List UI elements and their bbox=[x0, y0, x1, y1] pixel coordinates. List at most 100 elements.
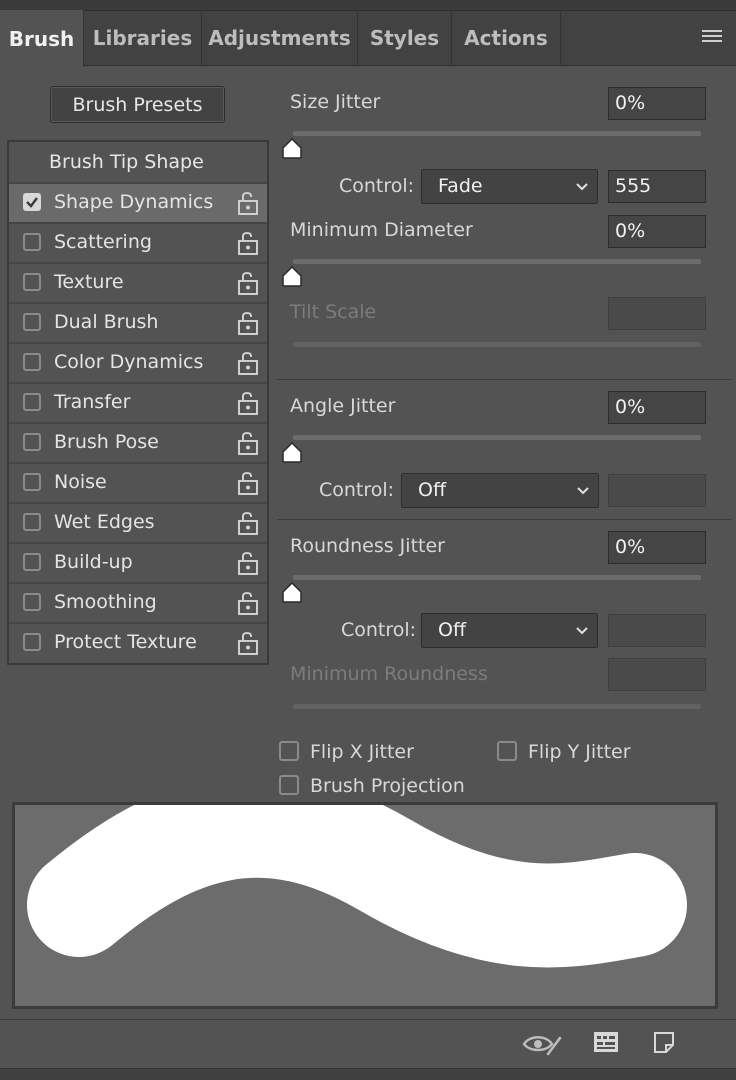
roundness-jitter-label: Roundness Jitter bbox=[290, 535, 445, 557]
roundness-jitter-thumb-icon[interactable] bbox=[281, 582, 303, 604]
unlock-icon[interactable] bbox=[237, 630, 259, 656]
minimum-roundness-slider bbox=[293, 704, 701, 709]
list-item[interactable]: Color Dynamics bbox=[9, 342, 267, 382]
roundness-jitter-slider[interactable] bbox=[293, 575, 701, 580]
tab-styles[interactable]: Styles bbox=[358, 10, 452, 66]
checkbox-checked[interactable] bbox=[23, 193, 41, 211]
flip-y-jitter-label: Flip Y Jitter bbox=[528, 741, 631, 763]
list-item-label: Build-up bbox=[54, 551, 133, 573]
roundness-control-value: Off bbox=[438, 619, 467, 641]
list-item[interactable]: Noise bbox=[9, 462, 267, 502]
unlock-icon[interactable] bbox=[237, 510, 259, 536]
brush-presets-button[interactable]: Brush Presets bbox=[50, 86, 225, 123]
eye-brush-icon[interactable] bbox=[522, 1030, 562, 1058]
checkbox[interactable] bbox=[23, 513, 41, 531]
size-jitter-thumb-icon[interactable] bbox=[281, 138, 303, 160]
flip-x-jitter-checkbox[interactable] bbox=[279, 741, 299, 761]
angle-jitter-field[interactable]: 0% bbox=[608, 391, 706, 424]
checkbox[interactable] bbox=[23, 233, 41, 251]
tilt-scale-slider bbox=[293, 342, 701, 347]
list-item[interactable]: Wet Edges bbox=[9, 502, 267, 542]
list-item[interactable]: Build-up bbox=[9, 542, 267, 582]
unlock-icon[interactable] bbox=[237, 190, 259, 216]
unlock-icon[interactable] bbox=[237, 270, 259, 296]
checkbox[interactable] bbox=[23, 273, 41, 291]
list-item-label: Dual Brush bbox=[54, 311, 159, 333]
size-jitter-field[interactable]: 0% bbox=[608, 87, 706, 120]
brush-projection-label: Brush Projection bbox=[310, 775, 465, 797]
minimum-diameter-label: Minimum Diameter bbox=[290, 219, 473, 241]
angle-jitter-thumb-icon[interactable] bbox=[281, 442, 303, 464]
tab-actions[interactable]: Actions bbox=[452, 10, 561, 66]
list-item-label: Transfer bbox=[54, 391, 131, 413]
angle-control-extra-field bbox=[608, 474, 706, 507]
bottom-status-strip bbox=[0, 1068, 736, 1080]
tilt-scale-label: Tilt Scale bbox=[290, 301, 377, 323]
size-jitter-slider[interactable] bbox=[293, 131, 701, 136]
list-item-label: Shape Dynamics bbox=[54, 191, 214, 213]
checkbox[interactable] bbox=[23, 393, 41, 411]
minimum-roundness-label: Minimum Roundness bbox=[290, 663, 488, 685]
roundness-control-select[interactable]: Off bbox=[421, 613, 598, 648]
list-item-label: Protect Texture bbox=[54, 631, 197, 653]
checkbox[interactable] bbox=[23, 433, 41, 451]
size-jitter-label: Size Jitter bbox=[290, 91, 381, 113]
list-item[interactable]: Dual Brush bbox=[9, 302, 267, 342]
new-brush-icon[interactable] bbox=[652, 1030, 676, 1054]
flip-x-jitter-label: Flip X Jitter bbox=[310, 741, 414, 763]
list-item[interactable]: Smoothing bbox=[9, 582, 267, 622]
list-item[interactable]: Transfer bbox=[9, 382, 267, 422]
angle-jitter-slider[interactable] bbox=[293, 435, 701, 440]
hamburger-menu-icon[interactable] bbox=[702, 30, 722, 44]
brush-projection-checkbox[interactable] bbox=[279, 775, 299, 795]
brush-settings-list: Brush Tip Shape Shape Dynamics Scattering… bbox=[7, 140, 269, 665]
unlock-icon[interactable] bbox=[237, 590, 259, 616]
chevron-down-icon bbox=[577, 487, 589, 495]
checkbox[interactable] bbox=[23, 313, 41, 331]
roundness-control-label: Control: bbox=[341, 619, 417, 641]
tilt-scale-field bbox=[608, 297, 706, 330]
unlock-icon[interactable] bbox=[237, 350, 259, 376]
angle-control-value: Off bbox=[418, 479, 447, 501]
size-control-select[interactable]: Fade bbox=[421, 169, 598, 204]
fade-steps-field[interactable]: 555 bbox=[608, 170, 706, 203]
list-item[interactable]: Shape Dynamics bbox=[9, 182, 267, 222]
tab-brush[interactable]: Brush bbox=[0, 10, 84, 67]
unlock-icon[interactable] bbox=[237, 550, 259, 576]
grid-panel-icon[interactable] bbox=[593, 1030, 619, 1054]
list-item-label: Color Dynamics bbox=[54, 351, 204, 373]
minimum-roundness-field bbox=[608, 658, 706, 691]
unlock-icon[interactable] bbox=[237, 310, 259, 336]
flip-y-jitter-checkbox[interactable] bbox=[497, 741, 517, 761]
brush-stroke-preview bbox=[12, 773, 718, 1009]
checkbox[interactable] bbox=[23, 473, 41, 491]
checkbox[interactable] bbox=[23, 553, 41, 571]
brush-tip-shape-item[interactable]: Brush Tip Shape bbox=[9, 142, 267, 182]
minimum-diameter-slider[interactable] bbox=[293, 259, 701, 264]
tab-libraries[interactable]: Libraries bbox=[84, 10, 202, 66]
list-item[interactable]: Protect Texture bbox=[9, 622, 267, 662]
checkbox[interactable] bbox=[23, 633, 41, 651]
list-item-label: Smoothing bbox=[54, 591, 157, 613]
list-item[interactable]: Texture bbox=[9, 262, 267, 302]
unlock-icon[interactable] bbox=[237, 470, 259, 496]
minimum-diameter-thumb-icon[interactable] bbox=[281, 266, 303, 288]
angle-control-label: Control: bbox=[319, 479, 395, 501]
checkbox[interactable] bbox=[23, 593, 41, 611]
angle-control-select[interactable]: Off bbox=[401, 473, 599, 508]
list-item-label: Texture bbox=[54, 271, 124, 293]
tab-adjustments[interactable]: Adjustments bbox=[202, 10, 358, 66]
list-item[interactable]: Brush Pose bbox=[9, 422, 267, 462]
roundness-control-extra-field bbox=[608, 614, 706, 647]
checkmark-icon bbox=[26, 197, 38, 208]
unlock-icon[interactable] bbox=[237, 230, 259, 256]
list-item-label: Brush Pose bbox=[54, 431, 159, 453]
checkbox[interactable] bbox=[23, 353, 41, 371]
section-divider bbox=[277, 519, 732, 520]
unlock-icon[interactable] bbox=[237, 430, 259, 456]
size-control-label: Control: bbox=[339, 175, 415, 197]
roundness-jitter-field[interactable]: 0% bbox=[608, 531, 706, 564]
minimum-diameter-field[interactable]: 0% bbox=[608, 215, 706, 248]
unlock-icon[interactable] bbox=[237, 390, 259, 416]
list-item[interactable]: Scattering bbox=[9, 222, 267, 262]
